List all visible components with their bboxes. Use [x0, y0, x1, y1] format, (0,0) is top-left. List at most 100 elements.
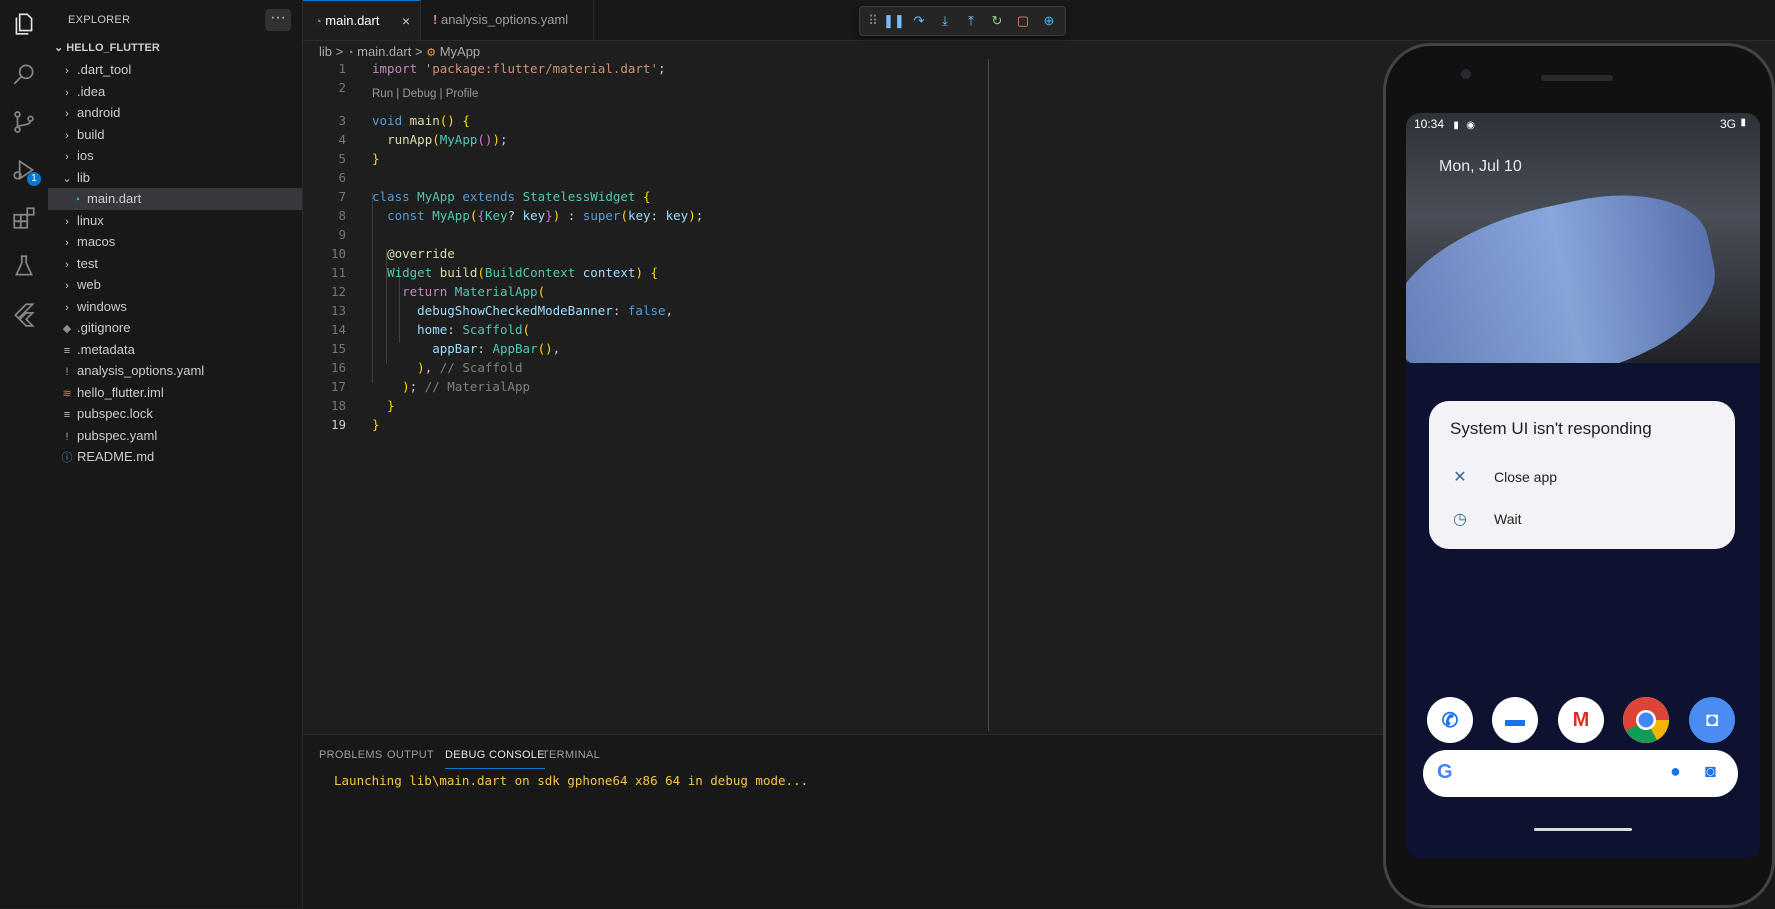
explorer-icon[interactable]: [10, 10, 38, 38]
code-line[interactable]: 8 const MyApp({Key? key}) : super(key: k…: [303, 206, 1383, 225]
tree-item[interactable]: ⌄ lib: [48, 167, 302, 189]
workspace-root[interactable]: ⌄ HELLO_FLUTTER: [54, 41, 160, 54]
phone-screen[interactable]: 10:34 ▮ ◉ 3G ▮ Mon, Jul 10 System UI isn…: [1406, 113, 1760, 859]
tab-main-dart[interactable]: ◔ main.dart ×: [303, 0, 421, 40]
tree-item-label: macos: [77, 234, 116, 249]
tree-item[interactable]: › linux: [48, 210, 302, 232]
line-number: 19: [330, 417, 346, 432]
tree-item[interactable]: › ios: [48, 145, 302, 167]
drag-handle-icon[interactable]: ⠿: [863, 11, 883, 31]
code-line[interactable]: 15 appBar: AppBar(),: [303, 339, 1383, 358]
more-actions-button[interactable]: ···: [265, 9, 291, 31]
google-search-bar[interactable]: G ● ◙: [1423, 750, 1738, 797]
tree-item[interactable]: › android: [48, 102, 302, 124]
camera-app-icon[interactable]: ◘: [1689, 697, 1735, 743]
tree-item[interactable]: ≋ hello_flutter.iml: [48, 382, 302, 404]
tree-item[interactable]: › build: [48, 124, 302, 146]
testing-icon[interactable]: [10, 252, 38, 280]
code-line[interactable]: 10 @override: [303, 244, 1383, 263]
tree-item-label: windows: [77, 298, 127, 314]
chrome-app-icon[interactable]: [1623, 697, 1669, 743]
line-text: ), // Scaffold: [417, 360, 523, 375]
tab-terminal[interactable]: TERMINAL: [542, 749, 600, 761]
tree-item[interactable]: ◔ main.dart: [48, 188, 302, 210]
gmail-app-icon[interactable]: M: [1558, 697, 1604, 743]
code-line[interactable]: 18 }: [303, 396, 1383, 415]
code-line[interactable]: 17 ); // MaterialApp: [303, 377, 1383, 396]
code-line[interactable]: 2: [303, 78, 1383, 97]
tree-item[interactable]: ◆ .gitignore: [48, 317, 302, 339]
close-icon[interactable]: ×: [402, 1, 410, 41]
line-number: 14: [330, 322, 346, 337]
code-line[interactable]: 16 ), // Scaffold: [303, 358, 1383, 377]
stop-icon[interactable]: ▢: [1013, 11, 1033, 31]
tree-item-label: .gitignore: [77, 320, 131, 335]
code-line[interactable]: 4 runApp(MyApp());: [303, 130, 1383, 149]
chevron-down-icon: ⌄: [54, 42, 64, 54]
tree-item[interactable]: ≡ pubspec.lock: [48, 403, 302, 425]
line-text: runApp(MyApp());: [387, 132, 508, 147]
close-app-option[interactable]: ✕ Close app: [1450, 465, 1557, 489]
tab-output[interactable]: OUTPUT: [387, 749, 434, 761]
debug-count-badge: 1: [27, 172, 41, 186]
pause-icon[interactable]: ❚❚: [883, 11, 905, 31]
text-file-icon: ≡: [63, 409, 71, 421]
messages-app-icon[interactable]: ▬: [1492, 697, 1538, 743]
line-number: 3: [338, 113, 346, 128]
extensions-icon[interactable]: [10, 204, 38, 232]
tree-item[interactable]: ! pubspec.yaml: [48, 425, 302, 447]
tree-item-label: README.md: [77, 449, 155, 464]
step-into-icon[interactable]: ⤓: [935, 11, 955, 31]
restart-icon[interactable]: ↻: [987, 11, 1007, 31]
breadcrumb-file[interactable]: main.dart: [357, 44, 411, 59]
tab-problems[interactable]: PROBLEMS: [319, 749, 383, 761]
line-text: }: [372, 151, 380, 166]
lens-icon[interactable]: ◙: [1705, 761, 1716, 782]
chevron-right-icon: ›: [65, 129, 69, 142]
tab-analysis-options[interactable]: ! analysis_options.yaml: [421, 0, 594, 40]
tree-item-label: .metadata: [77, 341, 135, 357]
class-symbol-icon: ⚙: [426, 47, 437, 59]
source-control-icon[interactable]: [10, 108, 38, 136]
line-number: 16: [330, 360, 346, 375]
step-over-icon[interactable]: ↷: [909, 11, 929, 31]
tree-item[interactable]: ⓘ README.md: [48, 446, 302, 468]
flutter-icon[interactable]: [10, 300, 38, 328]
code-line[interactable]: 14 home: Scaffold(: [303, 320, 1383, 339]
inspect-widget-icon[interactable]: ⊕: [1039, 11, 1059, 31]
code-line[interactable]: 7 class MyApp extends StatelessWidget {: [303, 187, 1383, 206]
tab-debug-console[interactable]: DEBUG CONSOLE: [445, 749, 545, 769]
chevron-right-icon: ›: [65, 258, 69, 271]
search-icon[interactable]: [10, 60, 38, 88]
tree-item[interactable]: ! analysis_options.yaml: [48, 360, 302, 382]
code-line[interactable]: 12 return MaterialApp(: [303, 282, 1383, 301]
code-line[interactable]: 5}: [303, 149, 1383, 168]
code-line[interactable]: 6: [303, 168, 1383, 187]
tree-item[interactable]: › windows: [48, 296, 302, 318]
tree-item[interactable]: › .idea: [48, 81, 302, 103]
tree-item-label: build: [77, 126, 105, 142]
code-line[interactable]: 19}: [303, 415, 1383, 434]
breadcrumb-lib[interactable]: lib: [319, 44, 332, 59]
code-line[interactable]: 11 Widget build(BuildContext context) {: [303, 263, 1383, 282]
phone-app-icon[interactable]: ✆: [1427, 697, 1473, 743]
line-number: 2: [338, 80, 346, 95]
tree-item[interactable]: › web: [48, 274, 302, 296]
microphone-icon[interactable]: ●: [1670, 761, 1681, 782]
code-line[interactable]: 1 import 'package:flutter/material.dart';: [303, 59, 1383, 78]
tree-item[interactable]: › macos: [48, 231, 302, 253]
tree-item[interactable]: › .dart_tool: [48, 59, 302, 81]
code-line[interactable]: 13 debugShowCheckedModeBanner: false,: [303, 301, 1383, 320]
code-line[interactable]: 9: [303, 225, 1383, 244]
tree-item-label: test: [77, 255, 98, 271]
breadcrumb-symbol[interactable]: MyApp: [440, 44, 480, 59]
code-line[interactable]: 3 void main() {: [303, 111, 1383, 130]
step-out-icon[interactable]: ⤒: [961, 11, 981, 31]
gesture-home-bar[interactable]: [1534, 828, 1632, 831]
code-editor[interactable]: Run | Debug | Profile 1 import 'package:f…: [303, 59, 1383, 729]
chevron-right-icon: ›: [65, 108, 69, 120]
tree-item[interactable]: › test: [48, 253, 302, 275]
tree-item-label: main.dart: [87, 191, 142, 206]
wait-option[interactable]: ◷ Wait: [1450, 507, 1521, 531]
tree-item[interactable]: ≡ .metadata: [48, 339, 302, 361]
